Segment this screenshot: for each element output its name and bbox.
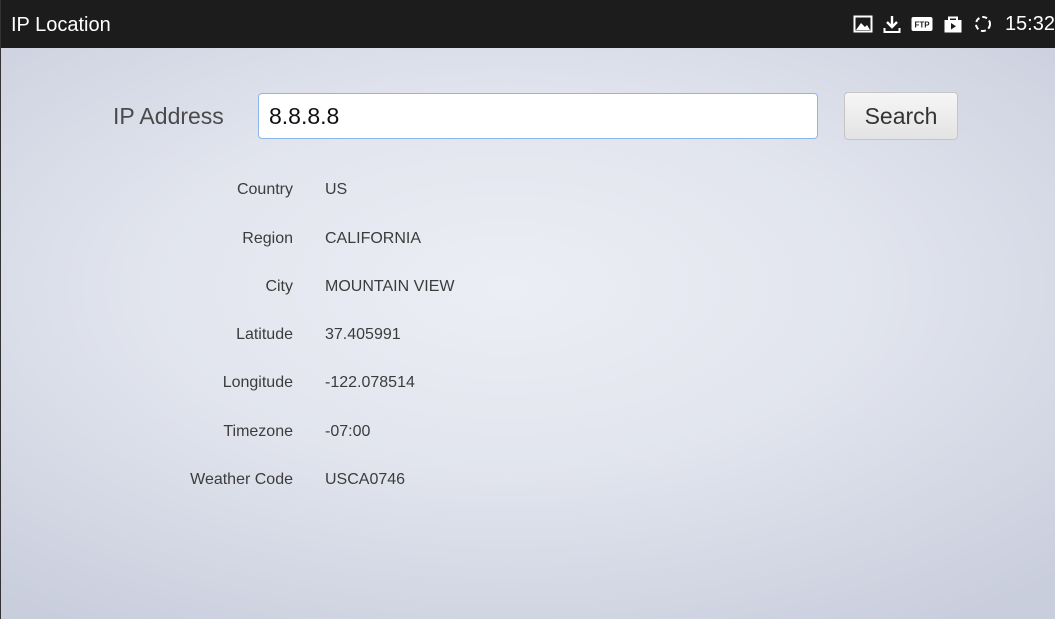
field-value: US (325, 181, 348, 198)
search-button[interactable]: Search (844, 92, 958, 140)
field-value: CALIFORNIA (325, 230, 422, 247)
field-row-weather-code: Weather Code USCA0746 (1, 471, 1055, 495)
field-row-latitude: Latitude 37.405991 (1, 326, 1055, 350)
app-window: IP Location FTP 15:32 IP Address 8.8.8.8… (0, 0, 1055, 619)
field-label: Weather Code (190, 471, 293, 488)
ftp-icon-label: FTP (914, 21, 930, 30)
field-row-timezone: Timezone -07:00 (1, 423, 1055, 447)
bag-icon (943, 14, 963, 34)
field-label: Latitude (236, 326, 293, 343)
ip-address-input[interactable] (258, 93, 818, 139)
field-label: Region (242, 230, 293, 247)
field-label: Country (236, 181, 293, 198)
image-icon (853, 14, 873, 34)
field-value: MOUNTAIN VIEW (325, 278, 455, 295)
field-value: -07:00 (325, 423, 371, 440)
field-value: USCA0746 (325, 471, 406, 488)
field-row-region: Region CALIFORNIA (1, 230, 1055, 254)
ip-address-label: IP Address (113, 103, 224, 129)
field-row-longitude: Longitude -122.078514 (1, 374, 1055, 398)
status-icons: FTP 15:32 (853, 12, 1055, 36)
field-row-country: Country US (1, 181, 1055, 205)
app-title: IP Location (11, 14, 111, 36)
field-row-city: City MOUNTAIN VIEW (1, 278, 1055, 302)
field-label: City (265, 278, 293, 295)
main-content: IP Address Search Country US Region CALI… (1, 48, 1055, 619)
download-icon (883, 14, 901, 34)
sync-icon (973, 14, 993, 34)
ftp-icon: FTP (911, 16, 933, 32)
clock: 15:32 (1004, 12, 1055, 35)
field-label: Timezone (223, 423, 293, 440)
field-label: Longitude (222, 374, 293, 391)
field-value: 37.405991 (325, 326, 401, 343)
status-bar: IP Location FTP 15:32 (1, 0, 1055, 48)
field-value: -122.078514 (325, 374, 415, 391)
